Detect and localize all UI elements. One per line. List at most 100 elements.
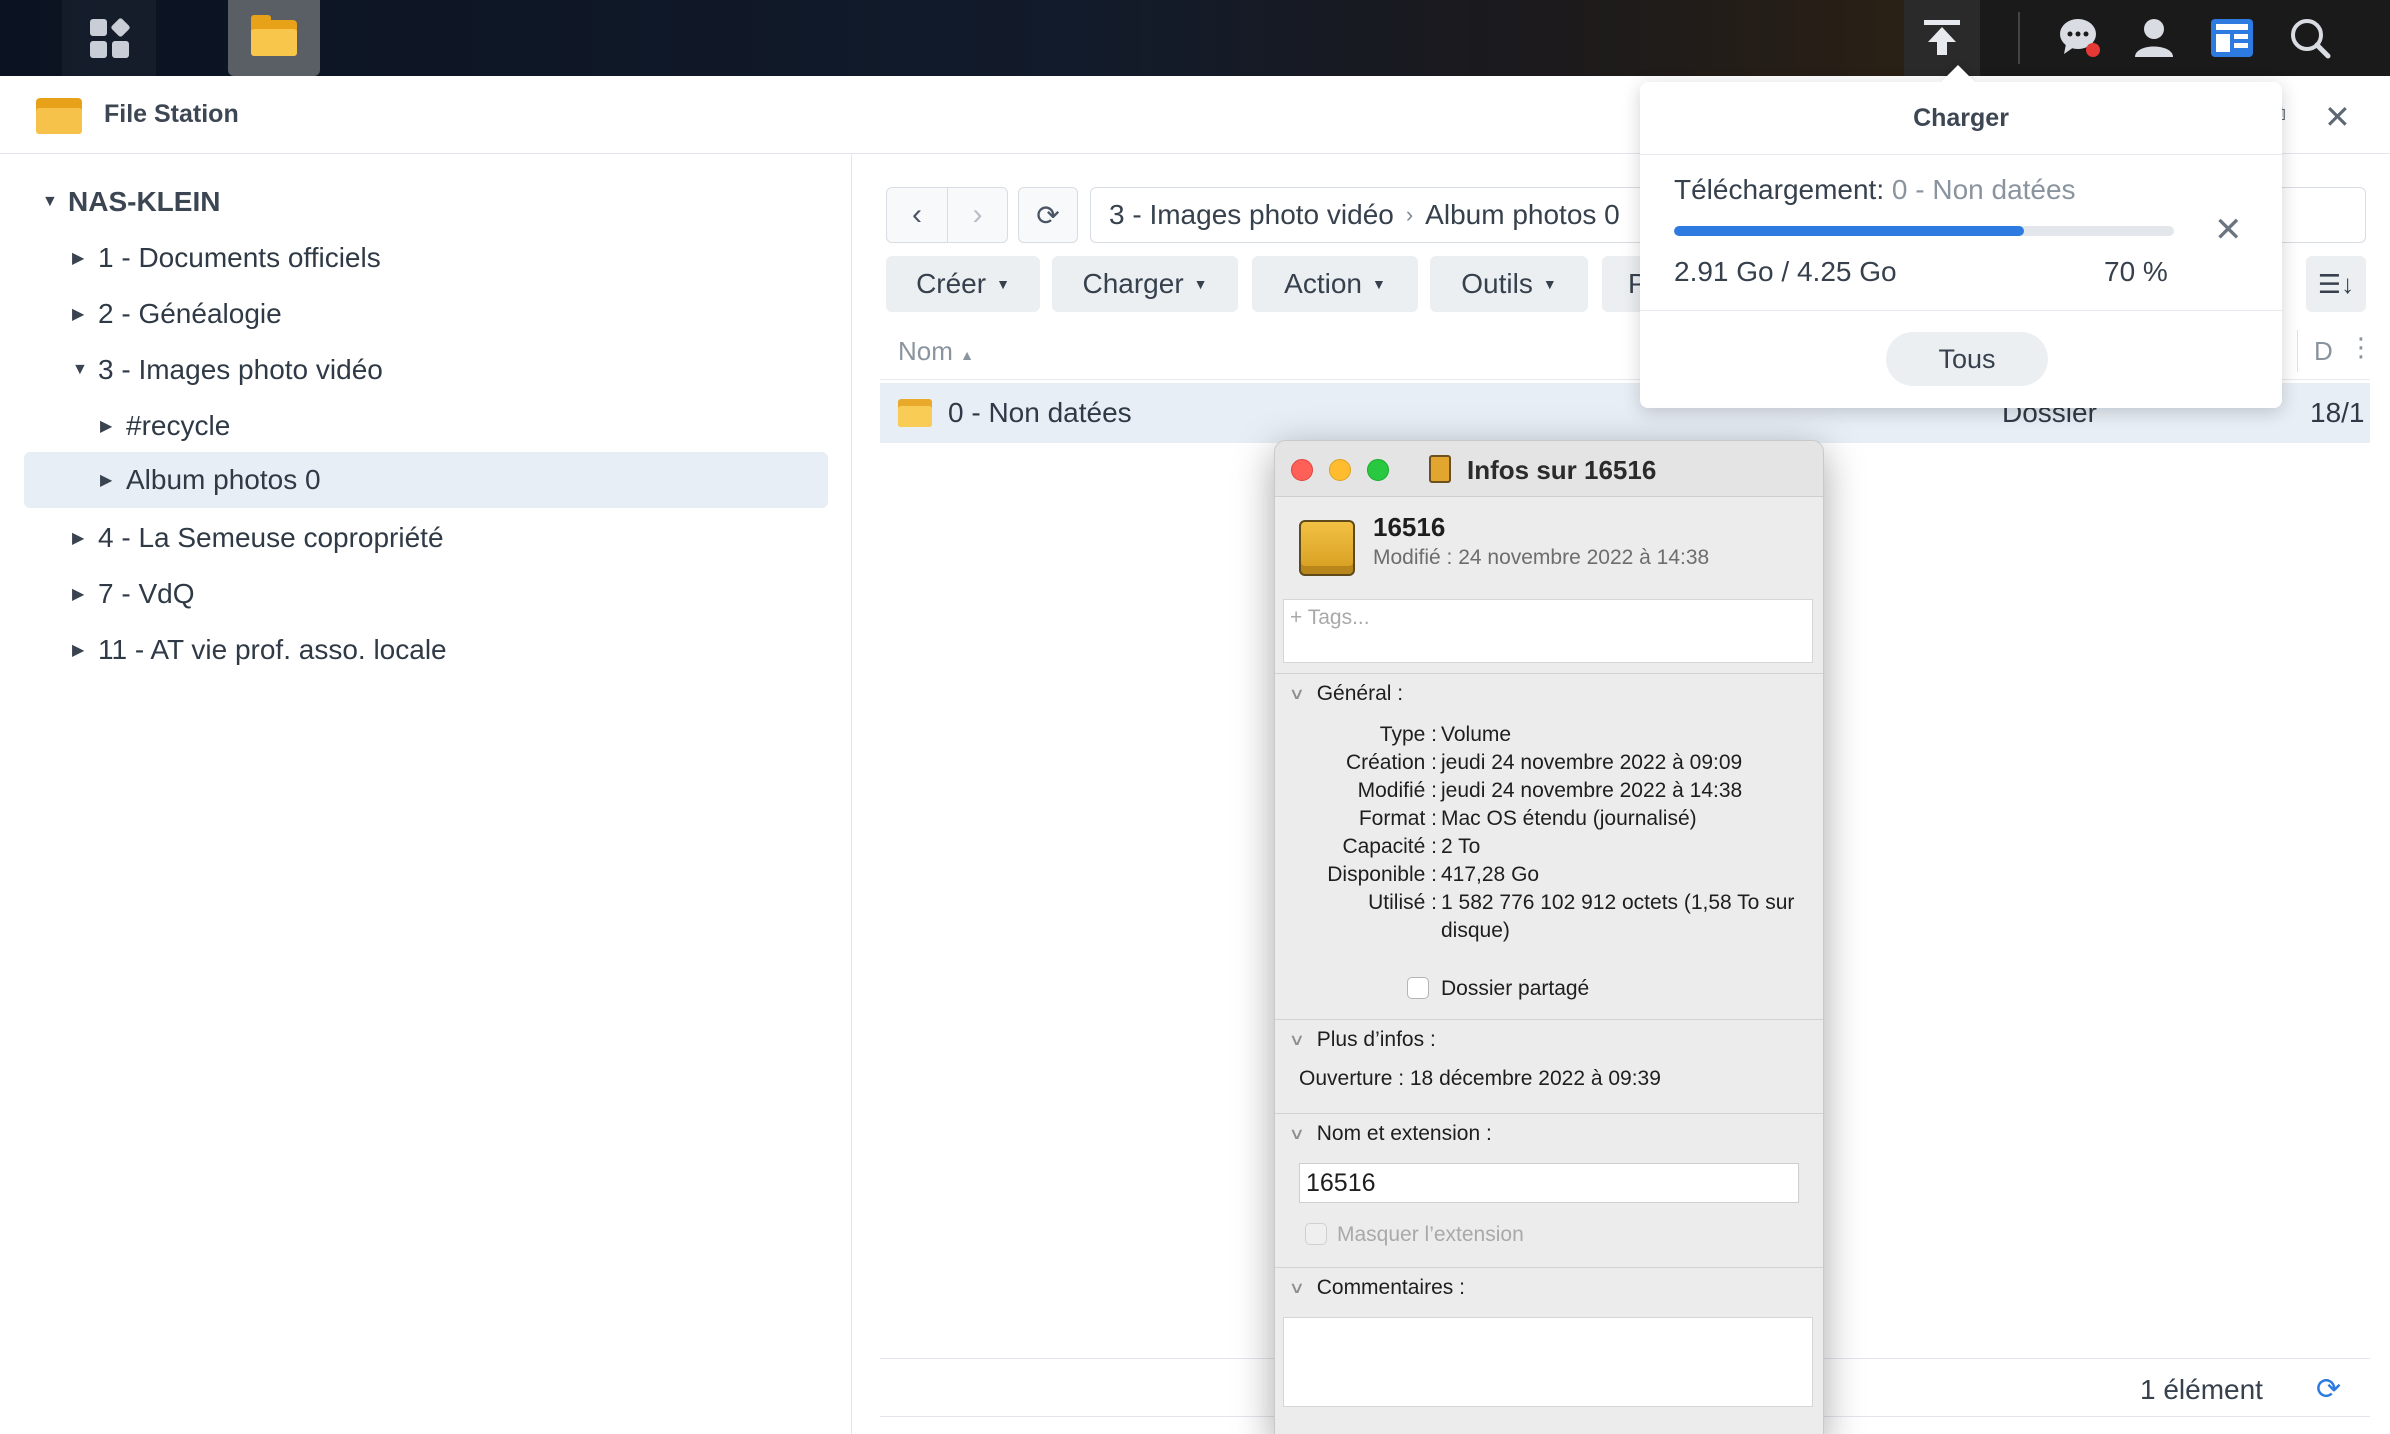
file-name: 0 - Non datées	[948, 397, 1132, 428]
create-button[interactable]: Créer ▼	[886, 256, 1040, 312]
tools-button-label: Outils	[1461, 268, 1533, 299]
popover-divider	[1640, 154, 2282, 155]
section-divider	[1275, 1113, 1823, 1114]
info-value: jeudi 24 novembre 2022 à 14:38	[1441, 779, 1743, 802]
last-opened: Ouverture : 18 décembre 2022 à 09:39	[1299, 1067, 1661, 1090]
refresh-icon: ⟳	[1036, 199, 1060, 231]
section-name-header[interactable]: ∨ Nom et extension :	[1288, 1122, 1492, 1146]
popover-divider	[1640, 310, 2282, 311]
close-window-button[interactable]	[1291, 459, 1313, 481]
info-value: 417,28 Go	[1441, 863, 1540, 886]
main-menu-button[interactable]	[62, 0, 156, 76]
sort-button[interactable]: ☰↓	[2306, 256, 2366, 312]
caret-down-icon[interactable]: ▼	[72, 361, 98, 379]
caret-right-icon[interactable]: ▶	[100, 470, 126, 490]
back-button[interactable]: ‹	[887, 188, 947, 242]
path-separator-icon: ›	[1405, 202, 1414, 227]
upload-icon	[1924, 20, 1960, 55]
cancel-upload-icon[interactable]: ✕	[2214, 210, 2243, 250]
column-menu-icon[interactable]: ⋮	[2348, 332, 2374, 363]
user-button[interactable]	[2116, 0, 2192, 76]
upload-status: Téléchargement: 0 - Non datées	[1674, 174, 2076, 206]
tree-item[interactable]: ▶ 7 - VdQ	[72, 566, 194, 622]
chevron-down-icon: ∨	[1288, 1032, 1306, 1049]
chevron-down-icon: ∨	[1288, 686, 1306, 703]
section-general-header[interactable]: ∨ Général :	[1288, 682, 1403, 706]
column-name-header[interactable]: Nom ▲	[898, 336, 974, 367]
sort-asc-icon: ▲	[960, 347, 974, 363]
tree-item-label: 11 - AT vie prof. asso. locale	[98, 634, 447, 665]
tools-button[interactable]: Outils ▼	[1430, 256, 1588, 312]
caret-right-icon[interactable]: ▶	[72, 528, 98, 548]
shared-folder-label: Dossier partagé	[1441, 977, 1590, 1000]
caret-right-icon[interactable]: ▶	[72, 640, 98, 660]
chat-icon	[2060, 19, 2100, 57]
tree-item[interactable]: ▶ 1 - Documents officiels	[72, 230, 381, 286]
info-key: Format :	[1358, 807, 1437, 830]
window-title: File Station	[104, 100, 239, 128]
close-icon[interactable]: ✕	[2324, 98, 2351, 136]
tree-item-label: 7 - VdQ	[98, 578, 195, 609]
item-name: 16516	[1373, 512, 1446, 542]
chevron-left-icon: ‹	[912, 198, 922, 231]
section-comments-header[interactable]: ∨ Commentaires :	[1289, 1276, 1465, 1300]
hide-extension-checkbox[interactable]	[1305, 1223, 1327, 1245]
notifications-button[interactable]	[2042, 0, 2118, 76]
search-icon	[2291, 19, 2331, 59]
section-comments-label: Commentaires :	[1316, 1276, 1465, 1299]
tree-item[interactable]: ▼ 3 - Images photo vidéo	[72, 342, 383, 398]
column-divider	[2297, 330, 2298, 372]
popover-title: Charger	[1913, 104, 2009, 132]
forward-button[interactable]: ›	[947, 188, 1007, 242]
tags-field[interactable]: + Tags...	[1283, 599, 1813, 663]
minimize-window-button[interactable]	[1329, 459, 1351, 481]
widgets-button[interactable]	[2194, 0, 2270, 76]
tree-item[interactable]: ▶ #recycle	[100, 398, 230, 454]
user-icon	[2135, 19, 2173, 57]
refresh-icon[interactable]: ⟳	[2316, 1372, 2341, 1407]
tree-root[interactable]: ▼ NAS-KLEIN	[42, 174, 220, 230]
info-value: Volume	[1441, 723, 1512, 746]
show-all-button[interactable]: Tous	[1886, 332, 2048, 386]
upload-progress-fill	[1674, 226, 2024, 236]
caret-right-icon[interactable]: ▶	[72, 248, 98, 268]
action-button[interactable]: Action ▼	[1252, 256, 1418, 312]
widgets-icon	[2211, 19, 2253, 57]
shared-folder-checkbox[interactable]	[1407, 977, 1429, 999]
path-segment[interactable]: Album photos 0	[1425, 199, 1620, 231]
taskbar-filestation-button[interactable]	[228, 0, 320, 76]
path-segment[interactable]: 3 - Images photo vidéo	[1109, 199, 1394, 231]
search-button[interactable]	[2272, 0, 2348, 76]
name-extension-field[interactable]	[1299, 1163, 1799, 1203]
chevron-down-icon: ∨	[1288, 1126, 1306, 1143]
upload-percent: 70 %	[2104, 256, 2168, 287]
zoom-window-button[interactable]	[1367, 459, 1389, 481]
tree-item[interactable]: ▶ 4 - La Semeuse copropriété	[72, 510, 444, 566]
refresh-button[interactable]: ⟳	[1019, 188, 1077, 242]
caret-right-icon[interactable]: ▶	[100, 416, 126, 436]
comments-field[interactable]	[1283, 1317, 1813, 1407]
upload-tray-button[interactable]	[1904, 0, 1980, 76]
grid-icon	[89, 16, 131, 58]
upload-sizes: 2.91 Go / 4.25 Go	[1674, 256, 1897, 287]
info-key: Création :	[1345, 751, 1437, 774]
tree-item[interactable]: ▶ 2 - Généalogie	[72, 286, 282, 342]
upload-progress-bar	[1674, 226, 2174, 236]
tree-item-label: 3 - Images photo vidéo	[98, 354, 383, 385]
section-divider	[1275, 1019, 1823, 1020]
drive-icon	[1299, 520, 1355, 576]
caret-down-icon[interactable]: ▼	[42, 193, 68, 211]
tree-item-label: Album photos 0	[126, 464, 321, 495]
caret-right-icon[interactable]: ▶	[72, 304, 98, 324]
upload-button[interactable]: Charger ▼	[1052, 256, 1238, 312]
tree-item-selected[interactable]: ▶ Album photos 0	[24, 452, 828, 508]
column-date-header[interactable]: D	[2314, 336, 2333, 367]
tree-item[interactable]: ▶ 11 - AT vie prof. asso. locale	[72, 622, 447, 678]
caret-right-icon[interactable]: ▶	[72, 584, 98, 604]
section-more-header[interactable]: ∨ Plus d’infos :	[1288, 1028, 1436, 1052]
info-header: 16516 Modifié : 24 novembre 2022 à 14:38	[1275, 498, 1823, 582]
upload-button-label: Charger	[1082, 268, 1184, 299]
modified-date: Modifié : 24 novembre 2022 à 14:38	[1373, 546, 1710, 569]
folder-tree: ▼ NAS-KLEIN ▶ 1 - Documents officiels ▶ …	[0, 154, 852, 1434]
tree-item-label: 4 - La Semeuse copropriété	[98, 522, 444, 553]
